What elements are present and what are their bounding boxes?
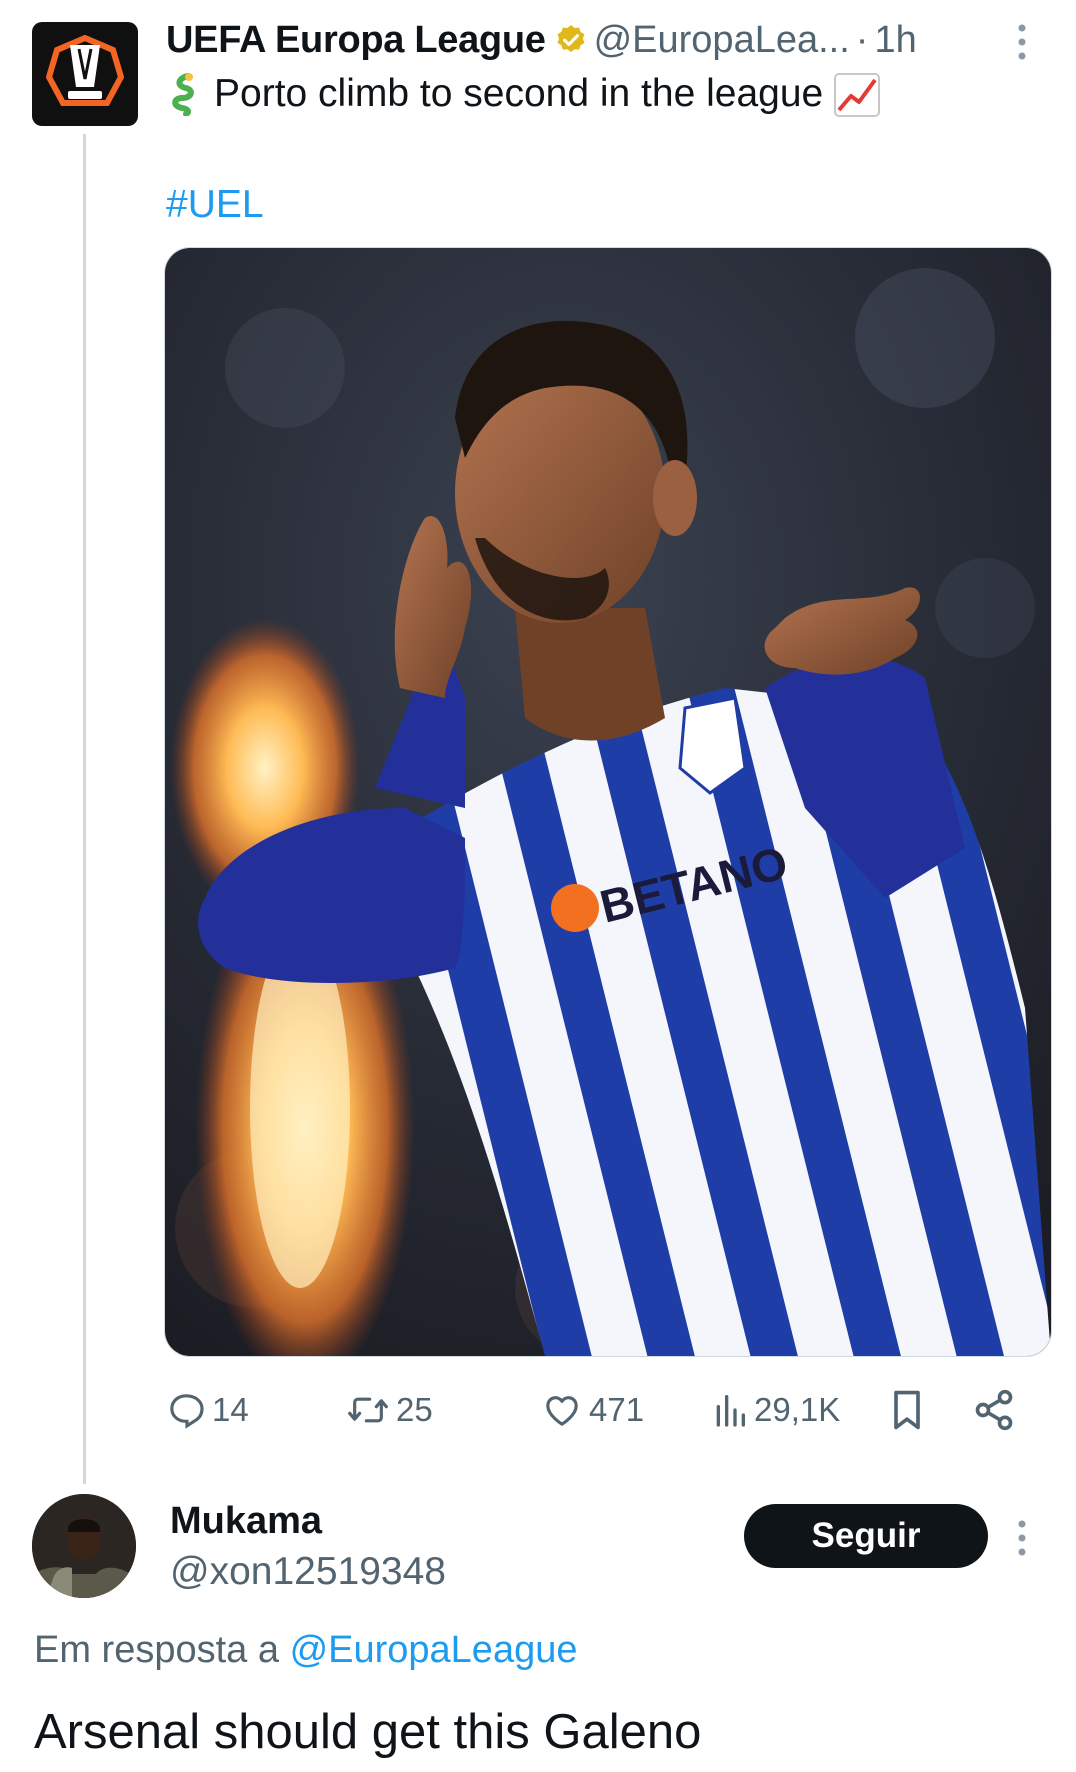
porto-player-celebration-photo: BETANO — [165, 248, 1051, 1356]
views-count: 29,1K — [754, 1391, 841, 1428]
reply-author-avatar[interactable] — [32, 1494, 136, 1598]
thread-connector-line — [83, 134, 86, 1484]
reply-icon — [170, 1394, 204, 1429]
reply-more-options-icon[interactable] — [1012, 1516, 1032, 1560]
more-options-icon[interactable] — [1012, 20, 1032, 64]
reply-author-handle[interactable]: @xon12519348 — [170, 1546, 446, 1598]
reply-author-name[interactable]: Mukama — [170, 1496, 322, 1546]
chart-increasing-emoji — [833, 70, 881, 118]
replying-to-line: Em resposta a @EuropaLeague — [34, 1625, 577, 1675]
views-button[interactable]: 29,1K — [712, 1380, 840, 1440]
dragon-emoji — [166, 72, 200, 117]
like-icon — [546, 1396, 578, 1426]
user-avatar-photo — [32, 1494, 136, 1598]
bookmark-button[interactable] — [888, 1380, 932, 1440]
reply-mention-link[interactable]: @EuropaLeague — [290, 1629, 578, 1671]
repost-count: 25 — [396, 1391, 433, 1428]
post-time[interactable]: 1h — [874, 19, 916, 62]
share-icon — [975, 1389, 1013, 1431]
post-media-image[interactable]: BETANO — [164, 247, 1052, 1357]
reply-button[interactable]: 14 — [166, 1380, 249, 1440]
author-display-name[interactable]: UEFA Europa League — [166, 19, 546, 62]
reply-count: 14 — [212, 1391, 249, 1428]
views-icon — [716, 1395, 745, 1427]
separator-dot: · — [855, 18, 869, 61]
post-text: Porto climb to second in the league — [166, 66, 1026, 122]
follow-button[interactable]: Seguir — [744, 1504, 988, 1568]
reply-text: Arsenal should get this Galeno — [34, 1705, 702, 1759]
repost-icon — [348, 1397, 388, 1423]
repost-button[interactable]: 25 — [346, 1380, 433, 1440]
hashtag-link[interactable]: #UEL — [166, 180, 264, 230]
like-count: 471 — [589, 1391, 645, 1428]
share-button[interactable] — [972, 1380, 1022, 1440]
like-button[interactable]: 471 — [541, 1380, 644, 1440]
bookmark-icon — [894, 1390, 920, 1430]
europa-league-logo-icon — [46, 35, 124, 106]
post-actions-bar: 14 25 471 29,1K — [166, 1380, 1046, 1440]
replying-to-label: Em resposta a — [34, 1629, 279, 1671]
author-handle[interactable]: @EuropaLea... — [594, 19, 850, 62]
post-text-content: Porto climb to second in the league — [214, 72, 824, 115]
europa-league-avatar[interactable] — [32, 22, 138, 126]
post-header: UEFA Europa League @EuropaLea... · 1h — [166, 14, 1036, 66]
verified-badge-icon[interactable] — [554, 23, 588, 57]
